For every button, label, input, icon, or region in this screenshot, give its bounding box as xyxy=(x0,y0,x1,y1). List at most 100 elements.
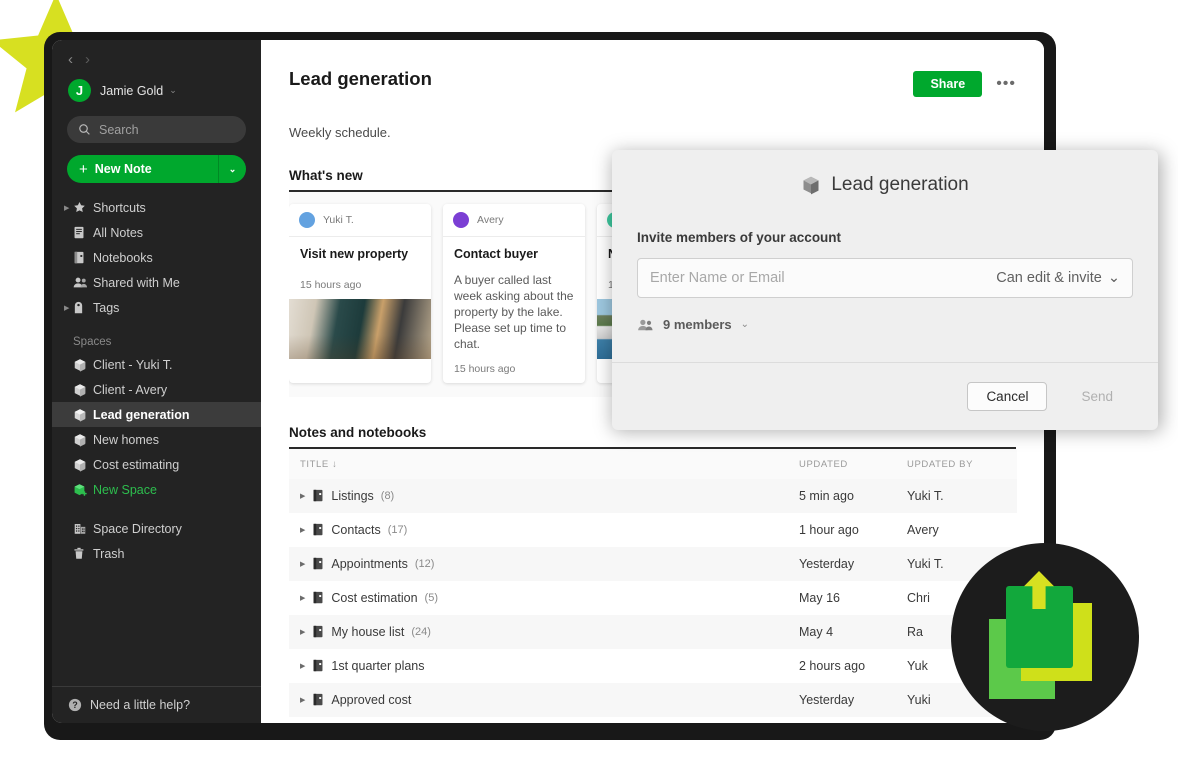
cell-updated-by: Avery xyxy=(907,522,939,537)
table-row[interactable]: ▶ Contacts (17) 1 hour ago Avery xyxy=(289,512,1017,547)
decorative-upload-badge xyxy=(951,543,1139,731)
header-actions: Share ••• xyxy=(913,68,1016,97)
table-row[interactable]: ▶ Appointments (12) Yesterday Yuki T. xyxy=(289,546,1017,581)
people-icon xyxy=(73,276,93,289)
new-note-button[interactable]: + New Note ⌄ xyxy=(67,155,246,183)
row-title: 1st quarter plans xyxy=(331,658,425,673)
table-row[interactable]: ▶ Cost estimation (5) May 16 Chri xyxy=(289,580,1017,615)
row-title: Contacts xyxy=(331,522,381,537)
disclosure-triangle-icon[interactable]: ▶ xyxy=(64,204,73,212)
sidebar-item-cost-estimating[interactable]: Cost estimating xyxy=(52,452,261,477)
cell-updated: May 4 xyxy=(799,624,834,639)
help-button[interactable]: ? Need a little help? xyxy=(52,686,261,723)
people-icon xyxy=(638,319,653,330)
sidebar-item-client-avery[interactable]: Client - Avery xyxy=(52,377,261,402)
row-expand-icon[interactable]: ▶ xyxy=(300,628,305,636)
column-header-updated[interactable]: UPDATED xyxy=(799,448,907,479)
sidebar-item-new-space[interactable]: New Space xyxy=(52,477,261,502)
sidebar-item-all-notes[interactable]: All Notes xyxy=(52,220,261,245)
sidebar-item-trash[interactable]: Trash xyxy=(52,541,261,566)
note-card[interactable]: Avery Contact buyer A buyer called last … xyxy=(443,204,585,383)
sidebar-item-label: All Notes xyxy=(93,225,144,240)
cell-title: ▶ Appointments (12) xyxy=(289,547,799,581)
chevron-down-icon: ⌄ xyxy=(1107,270,1120,286)
cell-title: ▶ 1st quarter plans xyxy=(289,649,799,683)
page-header: Lead generation Share ••• xyxy=(289,40,1016,97)
disclosure-triangle-icon[interactable]: ▶ xyxy=(64,304,73,312)
sidebar-item-shared-with-me[interactable]: Shared with Me xyxy=(52,270,261,295)
cell-updated: Yesterday xyxy=(799,556,855,571)
sidebar-item-tags[interactable]: ▶ Tags xyxy=(52,295,261,320)
row-expand-icon[interactable]: ▶ xyxy=(300,560,305,568)
row-expand-icon[interactable]: ▶ xyxy=(300,526,305,534)
share-button[interactable]: Share xyxy=(913,71,983,97)
sidebar-item-label: Cost estimating xyxy=(93,457,180,472)
chevron-down-icon: ⌄ xyxy=(740,319,750,330)
row-count: (24) xyxy=(411,625,431,638)
screenshot-root: ‹ › J Jamie Gold ⌄ Search + New Note ⌄ ▶… xyxy=(0,0,1178,765)
modal-body: Invite members of your account Enter Nam… xyxy=(612,230,1158,332)
search-input[interactable]: Search xyxy=(67,116,246,143)
sidebar-nav-list: ▶ Shortcuts All Notes Notebooks Shared w… xyxy=(52,195,261,566)
send-button: Send xyxy=(1058,382,1136,411)
plus-icon: + xyxy=(79,160,88,178)
sidebar-item-space-directory[interactable]: Space Directory xyxy=(52,516,261,541)
invite-input-placeholder[interactable]: Enter Name or Email xyxy=(650,270,785,286)
row-expand-icon[interactable]: ▶ xyxy=(300,594,305,602)
card-body: Visit new property 15 hours ago xyxy=(289,237,431,299)
permission-label: Can edit & invite xyxy=(996,270,1102,286)
page-title: Lead generation xyxy=(289,68,432,89)
sidebar-item-label: New homes xyxy=(93,432,159,447)
members-toggle[interactable]: 9 members ⌄ xyxy=(637,317,1133,332)
table-row[interactable]: ▶ Approved cost Yesterday Yuki xyxy=(289,682,1017,717)
account-switcher[interactable]: J Jamie Gold ⌄ xyxy=(52,71,261,112)
table-body: ▶ Listings (8) 5 min ago Yuki T. ▶ Conta… xyxy=(289,478,1017,717)
note-card[interactable]: Yuki T. Visit new property 15 hours ago xyxy=(289,204,431,383)
permission-dropdown[interactable]: Can edit & invite ⌄ xyxy=(996,270,1120,286)
card-timestamp: 15 hours ago xyxy=(300,279,362,291)
sidebar-item-label: Shortcuts xyxy=(93,200,146,215)
search-placeholder: Search xyxy=(99,122,139,137)
column-header-updated-by[interactable]: UPDATED BY xyxy=(907,448,1017,479)
row-expand-icon[interactable]: ▶ xyxy=(300,662,305,670)
table-row[interactable]: ▶ My house list (24) May 4 Ra xyxy=(289,614,1017,649)
table-row[interactable]: ▶ Listings (8) 5 min ago Yuki T. xyxy=(289,478,1017,513)
card-title: Visit new property xyxy=(300,247,409,261)
card-header: Yuki T. xyxy=(289,204,431,237)
notebook-icon xyxy=(313,490,323,502)
card-title: Contact buyer xyxy=(454,247,539,261)
search-icon xyxy=(79,124,90,135)
more-options-icon[interactable]: ••• xyxy=(996,75,1016,93)
members-count: 9 members xyxy=(663,317,732,332)
notes-icon xyxy=(73,226,93,239)
card-body: Contact buyer A buyer called last week a… xyxy=(443,237,585,383)
sidebar-item-lead-generation[interactable]: Lead generation xyxy=(52,402,261,427)
avatar: J xyxy=(68,79,91,102)
cube-plus-icon xyxy=(73,483,93,497)
nav-forward-icon[interactable]: › xyxy=(85,52,90,67)
column-header-title[interactable]: TITLE ↓ xyxy=(289,448,799,479)
chevron-down-icon: ⌄ xyxy=(169,85,177,95)
star-icon xyxy=(73,201,93,214)
table-header: TITLE ↓ UPDATED UPDATED BY xyxy=(289,448,1017,479)
row-expand-icon[interactable]: ▶ xyxy=(300,492,305,500)
cancel-button[interactable]: Cancel xyxy=(967,382,1048,411)
card-excerpt: A buyer called last week asking about th… xyxy=(454,273,574,351)
author-avatar xyxy=(299,212,315,228)
sidebar-item-notebooks[interactable]: Notebooks xyxy=(52,245,261,270)
nav-back-icon[interactable]: ‹ xyxy=(68,52,73,67)
cube-icon xyxy=(803,176,819,195)
sidebar-item-shortcuts[interactable]: ▶ Shortcuts xyxy=(52,195,261,220)
table-row[interactable]: ▶ 1st quarter plans 2 hours ago Yuk xyxy=(289,648,1017,683)
sidebar-item-client-yuki[interactable]: Client - Yuki T. xyxy=(52,352,261,377)
cell-title: ▶ Listings (8) xyxy=(289,479,799,513)
cube-icon xyxy=(73,458,93,472)
sidebar-item-new-homes[interactable]: New homes xyxy=(52,427,261,452)
cell-updated: 1 hour ago xyxy=(799,522,859,537)
new-note-dropdown[interactable]: ⌄ xyxy=(218,155,246,183)
sidebar-item-label: Notebooks xyxy=(93,250,153,265)
row-expand-icon[interactable]: ▶ xyxy=(300,696,305,704)
invite-input-row[interactable]: Enter Name or Email Can edit & invite ⌄ xyxy=(637,258,1133,298)
sidebar: ‹ › J Jamie Gold ⌄ Search + New Note ⌄ ▶… xyxy=(52,40,261,723)
